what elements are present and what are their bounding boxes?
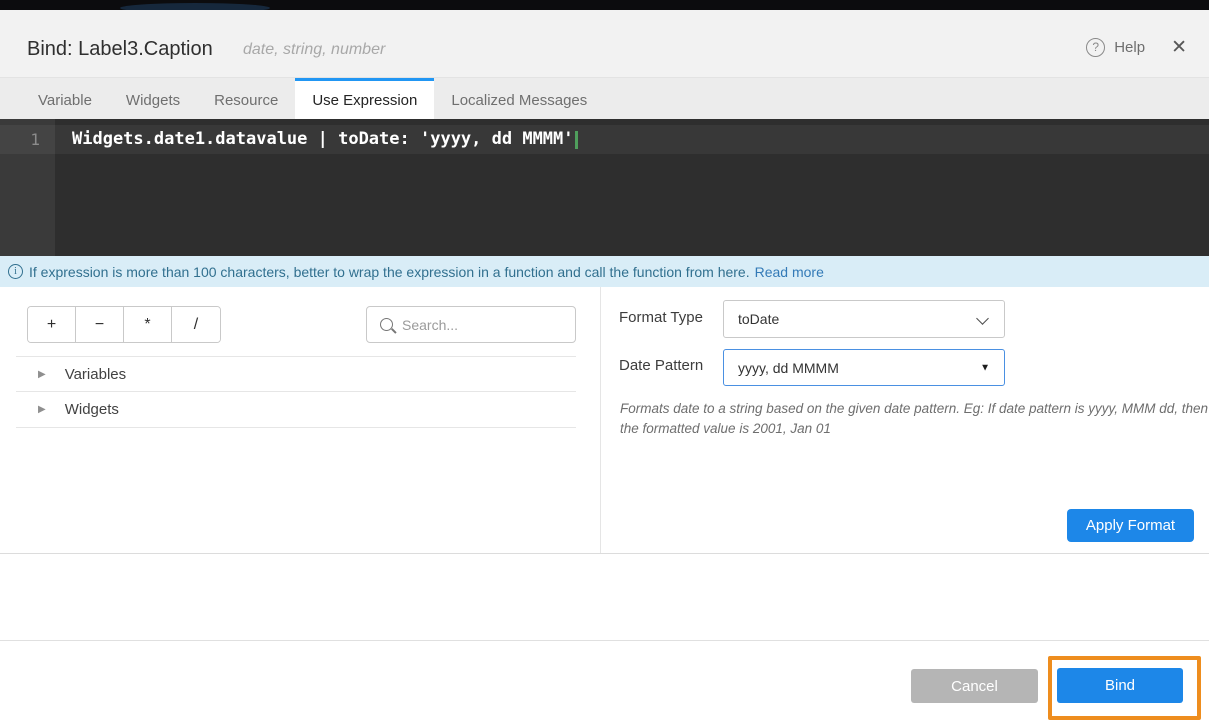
tree-item-label: Widgets <box>65 401 119 418</box>
operator-multiply-button[interactable]: * <box>124 307 172 342</box>
dialog-title: Bind: Label3.Caption <box>27 38 213 61</box>
expression-editor[interactable]: 1 Widgets.date1.datavalue | toDate: 'yyy… <box>0 119 1209 256</box>
cancel-button[interactable]: Cancel <box>911 669 1038 703</box>
tab-resource[interactable]: Resource <box>197 78 295 119</box>
read-more-link[interactable]: Read more <box>755 264 824 280</box>
operator-plus-button[interactable]: + <box>28 307 76 342</box>
operator-minus-button[interactable]: − <box>76 307 124 342</box>
bind-button[interactable]: Bind <box>1057 668 1183 703</box>
info-text: If expression is more than 100 character… <box>29 264 750 280</box>
header-actions: ? Help ✕ <box>1086 38 1187 57</box>
tab-use-expression[interactable]: Use Expression <box>295 78 434 119</box>
format-type-select[interactable]: toDate <box>723 300 1005 338</box>
tab-widgets[interactable]: Widgets <box>109 78 197 119</box>
format-type-label: Format Type <box>619 309 703 326</box>
dialog-subtitle: date, string, number <box>243 41 385 59</box>
dialog-body: + − * / ▶ Variables ▶ Widgets <box>0 287 1209 554</box>
background-app-strip <box>0 0 1209 10</box>
close-icon[interactable]: ✕ <box>1171 38 1187 57</box>
expression-helpers-panel: + − * / ▶ Variables ▶ Widgets <box>0 287 601 553</box>
tab-bar: Variable Widgets Resource Use Expression… <box>0 78 1209 119</box>
date-pattern-select[interactable]: yyyy, dd MMMM ▼ <box>723 349 1005 386</box>
format-panel: Format Type toDate Date Pattern yyyy, dd… <box>601 287 1209 553</box>
info-circle-icon: i <box>8 264 23 279</box>
editor-line-number: 1 <box>0 130 40 149</box>
bind-dialog: Bind: Label3.Caption date, string, numbe… <box>0 0 1209 724</box>
dialog-header: Bind: Label3.Caption date, string, numbe… <box>0 10 1209 78</box>
dropdown-triangle-icon: ▼ <box>980 362 990 373</box>
expression-code[interactable]: Widgets.date1.datavalue | toDate: 'yyyy,… <box>72 129 578 149</box>
help-question-icon[interactable]: ? <box>1086 38 1105 57</box>
search-input[interactable] <box>402 317 562 333</box>
operator-divide-button[interactable]: / <box>172 307 220 342</box>
format-type-value: toDate <box>738 311 779 327</box>
tab-variable[interactable]: Variable <box>21 78 109 119</box>
search-box <box>366 306 576 343</box>
chevron-right-icon[interactable]: ▶ <box>38 404 46 415</box>
search-icon <box>380 318 393 331</box>
chevron-down-icon <box>976 312 989 325</box>
help-link[interactable]: Help <box>1114 39 1145 56</box>
footer-divider <box>0 640 1209 641</box>
date-pattern-label: Date Pattern <box>619 357 703 374</box>
tab-localized-messages[interactable]: Localized Messages <box>434 78 604 119</box>
chevron-right-icon[interactable]: ▶ <box>38 369 46 380</box>
tree-item-widgets[interactable]: ▶ Widgets <box>16 392 576 428</box>
info-bar: i If expression is more than 100 charact… <box>0 256 1209 287</box>
expression-text: Widgets.date1.datavalue | toDate: 'yyyy,… <box>72 129 574 149</box>
date-pattern-value: yyyy, dd MMMM <box>738 360 839 376</box>
apply-format-button[interactable]: Apply Format <box>1067 509 1194 542</box>
bind-sources-tree: ▶ Variables ▶ Widgets <box>16 356 576 428</box>
format-helper-text: Formats date to a string based on the gi… <box>620 399 1209 439</box>
tree-item-variables[interactable]: ▶ Variables <box>16 356 576 392</box>
tree-item-label: Variables <box>65 366 126 383</box>
text-cursor <box>575 131 578 149</box>
operator-button-group: + − * / <box>27 306 221 343</box>
